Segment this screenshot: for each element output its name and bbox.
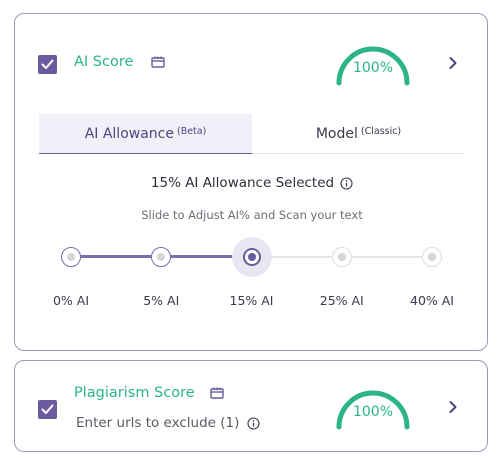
- tab-model-badge: (Classic): [360, 126, 402, 137]
- check-icon: [41, 59, 54, 69]
- slider-stop-3[interactable]: [331, 247, 352, 267]
- plagiarism-score-title: Plagiarism Score: [74, 385, 195, 401]
- allowance-selected-heading: 15% AI Allowance Selected: [15, 175, 489, 191]
- check-icon: [41, 404, 54, 414]
- slider-stop-label: 0% AI: [52, 293, 90, 308]
- calendar-icon: [210, 387, 224, 399]
- exclude-urls[interactable]: Enter urls to exclude (1): [76, 415, 260, 431]
- chevron-right-icon[interactable]: [448, 400, 458, 414]
- ai-score-checkbox[interactable]: [38, 55, 57, 74]
- tab-ai-allowance-label: AI Allowance: [84, 125, 174, 142]
- slider-stop-label: 5% AI: [143, 293, 180, 308]
- slider-hint: Slide to Adjust AI% and Scan your text: [141, 208, 363, 222]
- plagiarism-score-value: 100%: [352, 404, 394, 420]
- plagiarism-checkbox[interactable]: [38, 400, 57, 419]
- ai-mode-tabs: AI Allowance (Beta) Model (Classic): [39, 114, 465, 154]
- tab-ai-allowance[interactable]: AI Allowance (Beta): [39, 114, 252, 154]
- plagiarism-score-card: Plagiarism Score Enter urls to exclude (…: [14, 360, 488, 452]
- slider-stop-0[interactable]: [61, 247, 81, 267]
- ai-score-card: AI Score 100% AI Allowance (Beta) Model …: [14, 13, 488, 351]
- ai-score-title: AI Score: [74, 54, 134, 70]
- slider-stop-label: 40% AI: [410, 293, 454, 308]
- slider-stop-1[interactable]: [151, 247, 172, 267]
- info-icon[interactable]: [340, 176, 353, 190]
- exclude-urls-text: Enter urls to exclude (1): [76, 415, 240, 431]
- info-icon[interactable]: [247, 416, 260, 430]
- slider-stop-4[interactable]: [422, 247, 442, 267]
- chevron-right-icon[interactable]: [448, 56, 458, 70]
- ai-score-gauge: 100%: [334, 43, 412, 87]
- tab-ai-allowance-badge: (Beta): [176, 126, 207, 137]
- allowance-selected-text: 15% AI Allowance Selected: [150, 175, 335, 191]
- ai-allowance-slider[interactable]: [15, 237, 489, 277]
- plagiarism-score-gauge: 100%: [334, 387, 412, 431]
- slider-stop-label: 15% AI: [229, 293, 274, 308]
- slider-stop-label: 25% AI: [319, 293, 364, 308]
- tab-model-label: Model: [315, 125, 358, 142]
- slider-stop-2[interactable]: [231, 237, 272, 277]
- ai-score-value: 100%: [352, 60, 394, 76]
- tab-model[interactable]: Model (Classic): [252, 114, 465, 154]
- calendar-icon: [151, 56, 165, 68]
